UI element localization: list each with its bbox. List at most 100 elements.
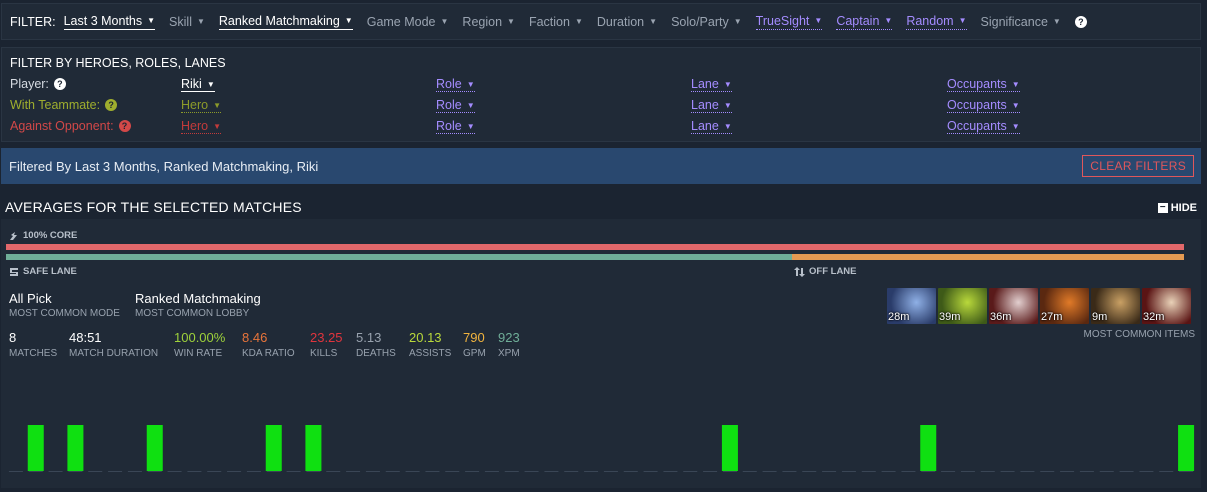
filter-ranked-matchmaking[interactable]: Ranked Matchmaking ▼ xyxy=(218,14,353,30)
chart-baseline-tick xyxy=(762,471,777,472)
chart-baseline-tick xyxy=(28,471,43,472)
help-icon[interactable]: ? xyxy=(53,78,66,90)
filter-last-3-months[interactable]: Last 3 Months ▼ xyxy=(63,14,156,30)
hide-button[interactable]: − HIDE xyxy=(1157,202,1197,214)
stat-value: 8.46 xyxy=(242,330,268,345)
filter-faction[interactable]: Faction ▼ xyxy=(529,15,583,29)
occupants-select[interactable]: Occupants ▼ xyxy=(947,98,1020,113)
row-label: With Teammate:? xyxy=(10,98,118,112)
stat-match-duration: 48:51 MATCH DURATION xyxy=(69,330,158,359)
clear-filters-button[interactable]: CLEAR FILTERS xyxy=(1082,155,1194,177)
caret-down-icon: ▼ xyxy=(507,17,515,26)
stat-kda-ratio: 8.46 KDA RATIO xyxy=(242,330,295,359)
hero-select[interactable]: Hero ▼ xyxy=(181,119,222,134)
filter-duration[interactable]: Duration ▼ xyxy=(597,15,657,29)
chart-baseline-tick xyxy=(564,471,579,472)
filter-captain[interactable]: Captain ▼ xyxy=(836,14,893,30)
caret-down-icon: ▼ xyxy=(574,17,583,26)
caret-down-icon: ▼ xyxy=(723,100,732,110)
lane-select[interactable]: Lane ▼ xyxy=(691,119,732,134)
stat-label: MATCH DURATION xyxy=(69,348,159,359)
hero-select[interactable]: Hero ▼ xyxy=(181,98,222,113)
chart-baseline-tick xyxy=(326,471,341,472)
chart-baseline-tick xyxy=(1159,471,1174,472)
item-1-icon[interactable]: 28m xyxy=(887,288,936,324)
match-bar[interactable] xyxy=(721,425,738,471)
stat-kills: 23.25 KILLS xyxy=(310,330,343,359)
item-3-icon[interactable]: 36m xyxy=(989,288,1038,324)
chart-baseline-tick xyxy=(68,471,83,472)
lane-select[interactable]: Lane ▼ xyxy=(691,77,732,92)
filter-random[interactable]: Random ▼ xyxy=(906,14,967,30)
help-icon[interactable]: ? xyxy=(118,120,131,132)
chart-baseline-tick xyxy=(941,471,956,472)
chart-baseline-tick xyxy=(1060,471,1075,472)
match-bar[interactable] xyxy=(265,425,282,471)
chart-baseline-tick xyxy=(841,471,856,472)
role-select[interactable]: Role ▼ xyxy=(436,77,475,92)
off-lane-icon xyxy=(794,266,805,277)
item-2-icon[interactable]: 39m xyxy=(938,288,987,324)
match-bar[interactable] xyxy=(305,425,322,471)
chart-baseline-tick xyxy=(544,471,559,472)
chart-baseline-tick xyxy=(643,471,658,472)
filter-region[interactable]: Region ▼ xyxy=(462,15,515,29)
chart-baseline-tick xyxy=(187,471,202,472)
caret-down-icon: ▼ xyxy=(344,16,353,25)
filter-game-mode[interactable]: Game Mode ▼ xyxy=(367,15,449,29)
row-label: Player:? xyxy=(10,77,66,91)
match-history-chart xyxy=(8,425,1195,472)
chart-baseline-tick xyxy=(861,471,876,472)
chart-baseline-tick xyxy=(127,471,142,472)
chart-baseline-tick xyxy=(227,471,242,472)
item-time: 36m xyxy=(990,311,1012,323)
match-bar[interactable] xyxy=(27,425,44,471)
filtered-by-text: Filtered By Last 3 Months, Ranked Matchm… xyxy=(9,158,319,174)
match-bar[interactable] xyxy=(146,425,163,471)
chart-baseline-tick xyxy=(901,471,916,472)
help-icon[interactable]: ? xyxy=(105,99,118,111)
chart-baseline-tick xyxy=(445,471,460,472)
occupants-select[interactable]: Occupants ▼ xyxy=(947,119,1020,134)
caret-down-icon: ▼ xyxy=(723,121,732,131)
chart-baseline-tick xyxy=(88,471,103,472)
role-select[interactable]: Role ▼ xyxy=(436,98,475,113)
item-6-icon[interactable]: 32m xyxy=(1142,288,1191,324)
chart-baseline-tick xyxy=(108,471,123,472)
filter-solo-party[interactable]: Solo/Party ▼ xyxy=(671,15,742,29)
safe-lane-bar xyxy=(6,254,792,260)
chart-baseline-tick xyxy=(1099,471,1114,472)
match-bar[interactable] xyxy=(67,425,84,471)
item-5-icon[interactable]: 9m xyxy=(1091,288,1140,324)
stat-value: 23.25 xyxy=(310,330,343,345)
filter-truesight[interactable]: TrueSight ▼ xyxy=(755,14,823,30)
off-lane-label: OFF LANE xyxy=(794,266,857,277)
filter-help-icon[interactable]: ? xyxy=(1074,15,1087,28)
stat-value: 8 xyxy=(9,330,17,345)
caret-down-icon: ▼ xyxy=(466,100,475,110)
lane-select[interactable]: Lane ▼ xyxy=(691,98,732,113)
caret-down-icon: ▼ xyxy=(733,17,742,26)
chart-baseline-tick xyxy=(524,471,539,472)
match-bar[interactable] xyxy=(920,425,937,471)
chart-baseline-tick xyxy=(603,471,618,472)
item-4-icon[interactable]: 27m xyxy=(1040,288,1089,324)
filter-significance[interactable]: Significance ▼ xyxy=(981,15,1061,29)
chart-baseline-tick xyxy=(980,471,995,472)
item-time: 9m xyxy=(1092,311,1108,323)
caret-down-icon: ▼ xyxy=(649,17,658,26)
chart-baseline-tick xyxy=(484,471,499,472)
filter-skill[interactable]: Skill ▼ xyxy=(169,15,205,29)
hero-select[interactable]: Riki ▼ xyxy=(181,77,215,92)
stat-label: DEATHS xyxy=(356,348,396,359)
match-bar[interactable] xyxy=(1178,425,1195,471)
chart-baseline-tick xyxy=(405,471,420,472)
occupants-select[interactable]: Occupants ▼ xyxy=(947,77,1020,92)
stat-label: KILLS xyxy=(310,348,338,359)
item-time: 39m xyxy=(939,311,961,323)
chart-baseline-tick xyxy=(722,471,737,472)
stat-win-rate: 100.00% WIN RATE xyxy=(174,330,225,359)
caret-down-icon: ▼ xyxy=(147,16,156,25)
chart-baseline-tick xyxy=(663,471,678,472)
role-select[interactable]: Role ▼ xyxy=(436,119,475,134)
